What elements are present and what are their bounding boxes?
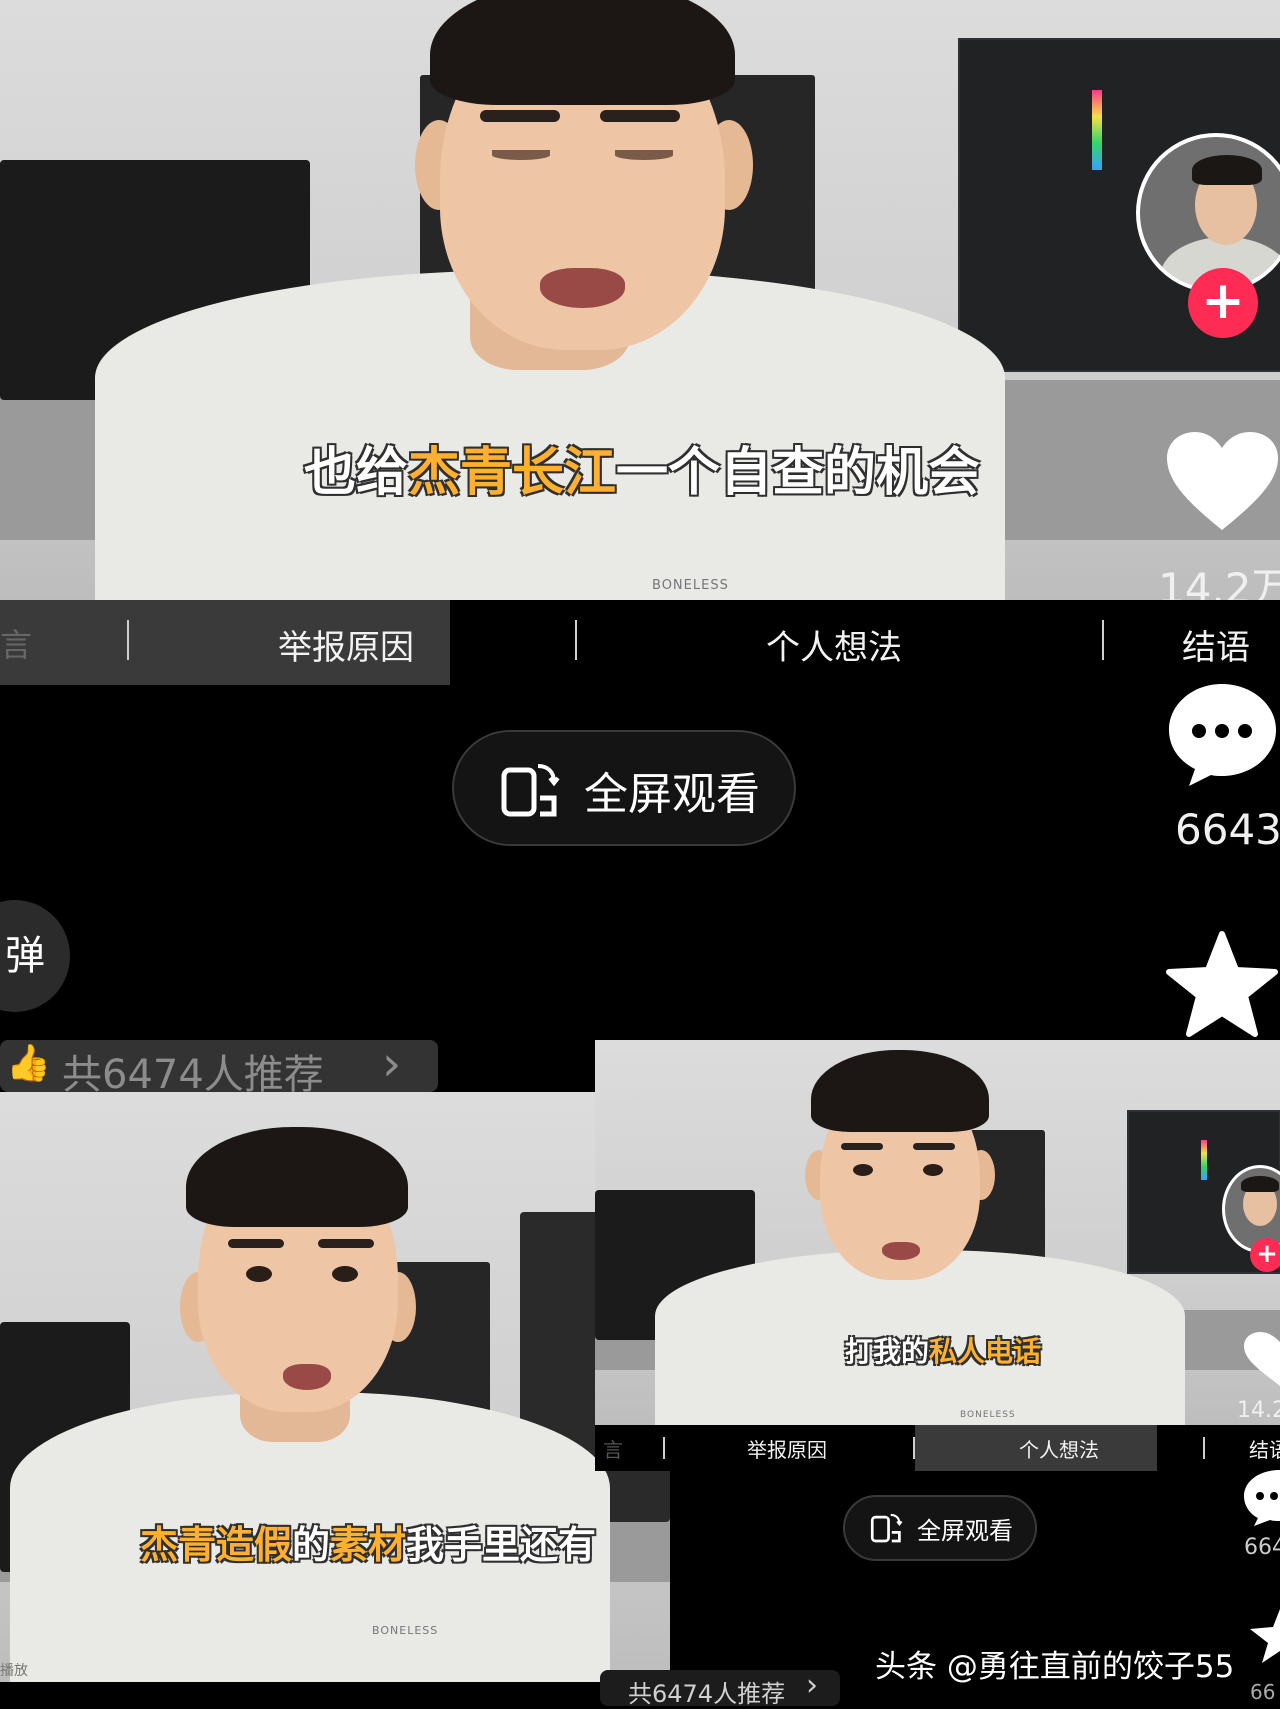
shirt-logo: BONELESS (960, 1410, 1016, 1420)
chevron-right-icon: › (382, 1036, 402, 1092)
follow-button[interactable]: + (1250, 1238, 1280, 1272)
bottom-right-video-frame[interactable]: BONELESS 打我的私人电话 (595, 1040, 1280, 1425)
follow-button[interactable]: + (1188, 268, 1258, 338)
chapter-separator (575, 620, 577, 660)
star-icon[interactable] (1240, 1605, 1280, 1665)
top-subtitle: 也给杰青长江一个自查的机会 (304, 443, 981, 503)
chapter-conclusion[interactable]: 结语 (1182, 620, 1250, 669)
chapter-separator (127, 620, 129, 660)
chapter-report-reason[interactable]: 举报原因 (278, 620, 414, 669)
chevron-right-icon: › (806, 1668, 818, 1703)
fullscreen-button[interactable]: 全屏观看 (843, 1495, 1037, 1561)
fullscreen-rotate-icon (501, 764, 560, 817)
recommend-pill[interactable]: 共6474人推荐 › (600, 1668, 840, 1708)
chapter-personal-thoughts-label: 个人想法 (1019, 1438, 1099, 1462)
bottom-left-video-frame[interactable]: BONELESS 杰青造假的素材我手里还有 播放 (0, 1092, 670, 1682)
danmu-toggle[interactable]: 弹 (0, 900, 70, 1012)
comment-count: 664 (1244, 1535, 1280, 1560)
thumb-up-icon: 👍 (6, 1043, 51, 1084)
fullscreen-button[interactable]: 全屏观看 (452, 730, 796, 846)
chapter-separator (663, 1437, 665, 1459)
chapter-separator (1102, 620, 1104, 660)
heart-icon[interactable] (1240, 1330, 1280, 1390)
presenter: BONELESS (0, 0, 1280, 600)
chapter-bar: 言 举报原因 个人想法 结语 (0, 600, 1280, 685)
star-icon[interactable] (1165, 930, 1280, 1042)
recommend-pill[interactable]: 👍 共6474人推荐 › (0, 1036, 438, 1098)
chapter-conclusion[interactable]: 结语 (1249, 1434, 1280, 1463)
chapter-personal-thoughts[interactable]: 个人想法 (766, 620, 902, 669)
shirt-logo: BONELESS (652, 578, 729, 593)
chapter-separator (1203, 1437, 1205, 1459)
heart-icon[interactable] (1165, 430, 1280, 535)
fullscreen-rotate-icon (870, 1513, 903, 1543)
comment-icon[interactable] (1165, 680, 1280, 790)
chapter-report-reason[interactable]: 举报原因 (747, 1434, 827, 1463)
top-video-frame[interactable]: BONELESS 也给杰青长江一个自查的机会 (0, 0, 1280, 600)
source-watermark: 头条 @勇往直前的饺子55 (875, 1649, 1235, 1685)
plus-icon: + (1201, 271, 1245, 331)
favorite-count: 66 (1250, 1680, 1276, 1704)
chapter-bar: 言 举报原因 个人想法 结语 (595, 1425, 1280, 1471)
like-count: 14.2 (1237, 1398, 1280, 1423)
chapter-separator (913, 1437, 915, 1459)
comment-icon[interactable] (1240, 1466, 1280, 1526)
plus-icon: + (1256, 1239, 1278, 1269)
shirt-logo: BONELESS (372, 1624, 439, 1637)
bottom-right-subtitle: 打我的私人电话 (845, 1335, 1042, 1368)
bottom-left-subtitle: 杰青造假的素材我手里还有 (140, 1523, 597, 1567)
comment-count: 6643 (1175, 805, 1280, 854)
chapter-intro[interactable]: 言 (603, 1434, 623, 1463)
play-count-label: 播放 (0, 1663, 28, 1679)
